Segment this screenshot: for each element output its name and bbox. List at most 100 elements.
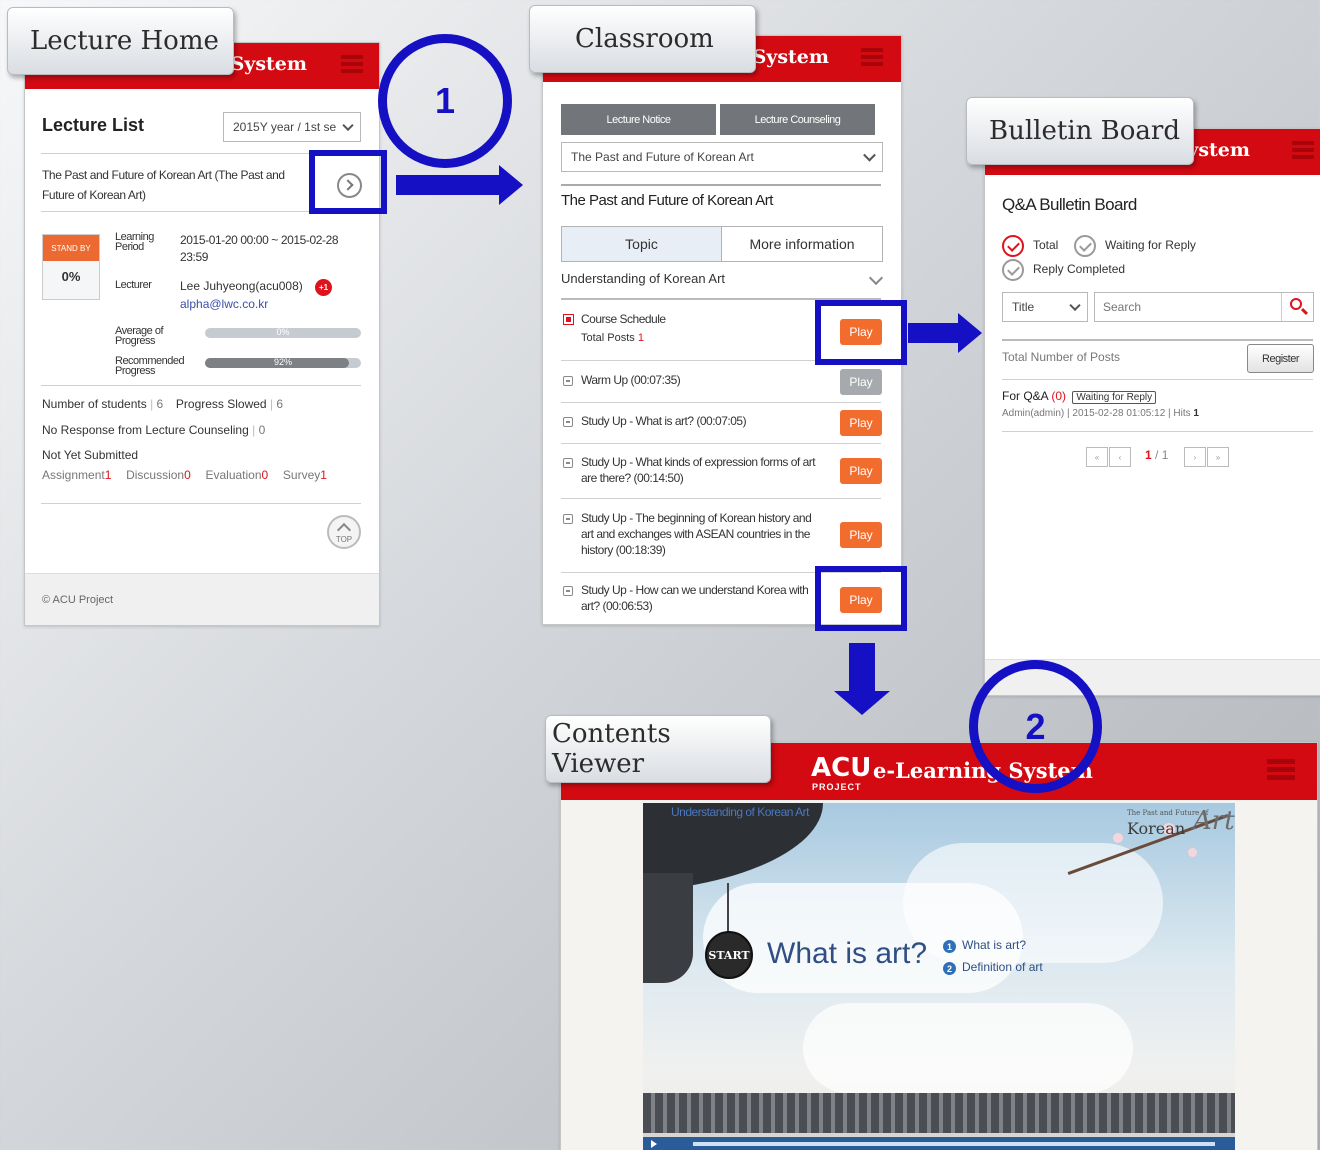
footer-copyright: © ACU Project [42, 594, 114, 606]
wall-illustration [643, 1093, 1235, 1133]
play-button-warm-up[interactable]: Play [840, 369, 882, 395]
search-field-select[interactable]: Title [1002, 292, 1088, 322]
bulletin-title: Q&A Bulletin Board [1002, 195, 1137, 214]
player-controls[interactable] [643, 1137, 1235, 1150]
last-page-button[interactable]: » [1207, 447, 1229, 467]
course-select[interactable]: The Past and Future of Korean Art [561, 142, 883, 172]
search-icon[interactable] [1281, 293, 1313, 321]
filter-waiting[interactable]: Waiting for Reply [1105, 238, 1196, 252]
video-player[interactable]: Understanding of Korean Art The Past and… [643, 803, 1235, 1150]
toc-1-number-icon: 1 [943, 940, 956, 953]
course-select-value: The Past and Future of Korean Art [571, 150, 754, 164]
avg-progress-value: 0% [276, 327, 290, 337]
chevron-down-icon [342, 119, 354, 132]
toc-item-1[interactable]: What is art? [962, 938, 1026, 952]
semester-select[interactable]: 2015Y year / 1st se [223, 112, 361, 142]
check-waiting-icon[interactable] [1074, 235, 1096, 257]
lesson-icon [563, 376, 573, 386]
arrow-to-bulletin-head [958, 313, 982, 353]
total-posts: Total Posts 1 [581, 332, 644, 344]
step-2-marker: 2 [969, 660, 1102, 793]
avg-progress-bar: 0% [205, 327, 361, 338]
start-badge[interactable]: START [705, 931, 753, 979]
search-field-select-value: Title [1012, 300, 1035, 314]
lecture-notice-button[interactable]: Lecture Notice [561, 104, 716, 135]
play-button-korean-history[interactable]: Play [840, 522, 882, 548]
rec-progress-label: Recommended Progress [115, 355, 185, 377]
course-title: The Past and Future of Korean Art [561, 192, 773, 209]
section-title[interactable]: Understanding of Korean Art [561, 271, 725, 286]
lesson-title[interactable]: Warm Up (00:07:35) [581, 373, 681, 387]
course-schedule-title[interactable]: Course Schedule [581, 312, 666, 326]
arrow-to-viewer-head [834, 691, 890, 715]
arrow-to-classroom [396, 175, 500, 195]
viewer-headline: What is art? [767, 937, 928, 970]
search-input[interactable] [1095, 293, 1281, 321]
status-badge: STAND BY [43, 235, 99, 261]
search-box [1094, 292, 1314, 322]
first-page-button[interactable]: « [1086, 447, 1108, 467]
contents-viewer-panel: ACU e-Learning System PROJECT Understand… [560, 742, 1318, 1150]
back-to-top-button[interactable]: TOP [327, 515, 361, 549]
post-status-badge: Waiting for Reply [1072, 391, 1157, 404]
arrow-to-bulletin [908, 323, 960, 343]
lecture-home-panel: g System Lecture List 2015Y year / 1st s… [24, 42, 380, 626]
post-meta: Admin(admin) | 2015-02-28 01:05:12 | Hit… [1002, 408, 1199, 419]
register-button[interactable]: Register [1247, 344, 1314, 373]
lesson-title[interactable]: Study Up - What is art? (00:07:05) [581, 414, 747, 428]
menu-icon[interactable] [1267, 759, 1295, 781]
filter-total[interactable]: Total [1033, 238, 1058, 252]
no-response-row: No Response from Lecture Counseling | 0 [42, 423, 266, 437]
toc-item-2[interactable]: Definition of art [962, 960, 1043, 974]
next-page-button[interactable]: › [1184, 447, 1206, 467]
brand-acu: ACU [811, 753, 872, 783]
tab-topic[interactable]: Topic [561, 226, 722, 262]
lesson-title[interactable]: Study Up - The beginning of Korean histo… [581, 510, 821, 558]
lesson-icon [563, 417, 573, 427]
highlight-course-schedule-play [815, 300, 907, 365]
label-lecture-home: Lecture Home [7, 7, 234, 75]
learning-period-label: Learning Period [115, 231, 154, 253]
footer: © ACU Project [25, 573, 379, 625]
progress-track[interactable] [693, 1142, 1215, 1146]
arrow-to-viewer [849, 643, 875, 693]
not-submitted-row: Assignment1 Discussion0 Evaluation0 Surv… [42, 468, 327, 482]
post-row[interactable]: For Q&A (0) Waiting for Reply [1002, 389, 1157, 404]
lesson-title[interactable]: Study Up - What kinds of expression form… [581, 454, 821, 486]
lesson-icon [563, 514, 573, 524]
students-row: Number of students | 6 Progress Slowed |… [42, 397, 284, 411]
chevron-down-icon[interactable] [868, 270, 884, 286]
menu-icon[interactable] [861, 48, 883, 70]
schedule-icon [563, 314, 574, 325]
status-percent: 0% [61, 269, 81, 284]
label-classroom: Classroom [529, 5, 756, 73]
filter-completed[interactable]: Reply Completed [1033, 262, 1125, 276]
semester-select-value: 2015Y year / 1st se [233, 120, 337, 134]
highlight-last-lesson-play [815, 566, 907, 631]
lesson-icon [563, 458, 573, 468]
post-title: For Q&A [1002, 389, 1049, 403]
lecture-counseling-button[interactable]: Lecture Counseling [720, 104, 875, 135]
lesson-title[interactable]: Study Up - How can we understand Korea w… [581, 582, 821, 614]
lecture-list-title: Lecture List [42, 115, 145, 135]
play-button-expression-forms[interactable]: Play [840, 458, 882, 484]
learning-period-value: 2015-01-20 00:00 ~ 2015-02-28 23:59 [180, 233, 339, 264]
play-icon[interactable] [651, 1140, 657, 1148]
lecturer-email[interactable]: alpha@lwc.co.kr [180, 297, 268, 311]
chevron-down-icon [863, 148, 876, 162]
label-bulletin-board: Bulletin Board [966, 97, 1194, 165]
play-button-what-is-art[interactable]: Play [840, 410, 882, 436]
check-total-icon[interactable] [1002, 235, 1024, 257]
menu-icon[interactable] [1292, 141, 1314, 163]
highlight-course-detail [309, 150, 387, 214]
tab-more-information[interactable]: More information [721, 226, 883, 262]
prev-page-button[interactable]: ‹ [1109, 447, 1131, 467]
not-submitted-label: Not Yet Submitted [42, 448, 139, 462]
lecturer-message-badge[interactable]: +1 [315, 279, 332, 296]
course-title[interactable]: The Past and Future of Korean Art (The P… [42, 165, 304, 205]
brand-project: PROJECT [812, 782, 862, 792]
menu-icon[interactable] [341, 55, 363, 77]
label-contents-viewer: Contents Viewer [545, 715, 771, 783]
check-completed-icon[interactable] [1002, 259, 1024, 281]
status-card: STAND BY 0% [42, 234, 100, 300]
